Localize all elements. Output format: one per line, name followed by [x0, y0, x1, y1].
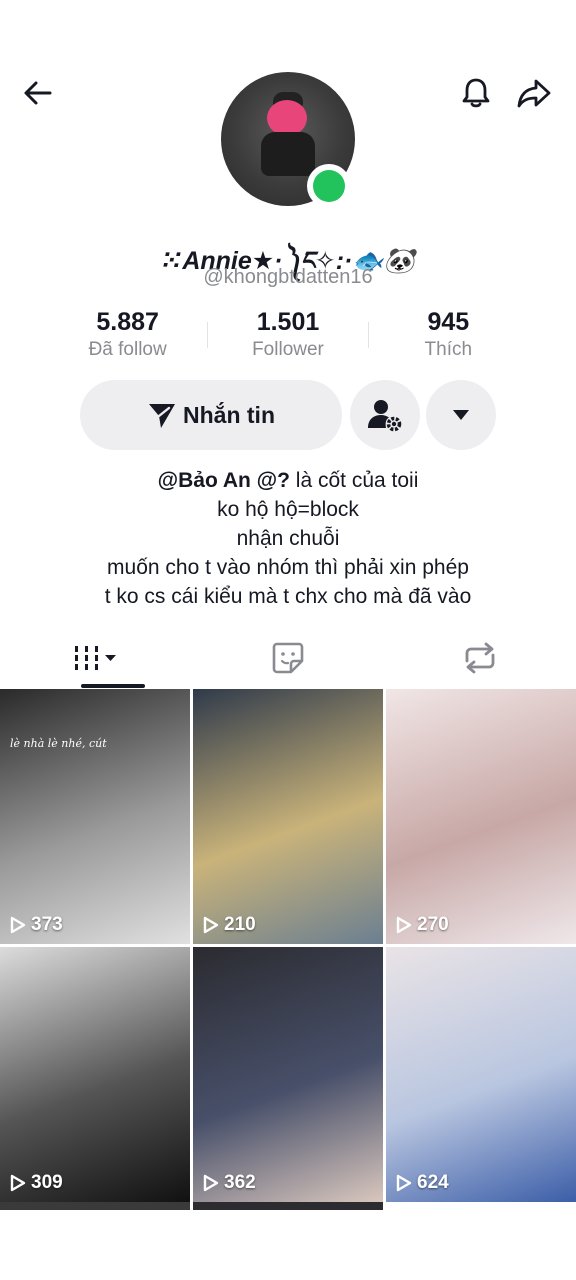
video-view-count: 309: [10, 1172, 63, 1194]
bio-line: nhận chuỗi: [236, 527, 340, 550]
profile-tabs: [0, 628, 576, 688]
tab-favorites[interactable]: [192, 628, 384, 688]
video-view-count: 624: [396, 1172, 449, 1194]
stat-following-value: 5.887: [96, 308, 159, 336]
video-tile[interactable]: 309: [0, 947, 190, 1202]
play-icon: [10, 1174, 26, 1192]
stat-likes-value: 945: [427, 308, 470, 336]
bio-mention[interactable]: @Bảo An @?: [158, 469, 290, 492]
video-tile[interactable]: 210: [193, 689, 383, 944]
tab-reposts[interactable]: [384, 628, 576, 688]
bell-icon: [462, 78, 490, 108]
profile-actions: Nhắn tin: [80, 380, 500, 450]
video-tile[interactable]: 270: [386, 689, 576, 944]
avatar-figure-head: [267, 100, 307, 136]
profile-bio: @Bảo An @? là cốt của toii ko hộ hộ=bloc…: [0, 466, 576, 611]
share-arrow-icon: [517, 79, 551, 108]
online-status-indicator: [307, 164, 351, 208]
video-view-count: 210: [203, 914, 256, 936]
online-status-dot: [313, 170, 345, 202]
video-view-count-value: 270: [417, 914, 449, 935]
repost-icon: [465, 642, 495, 674]
next-row-video-edge: [193, 1202, 383, 1210]
stat-following[interactable]: 5.887 Đã follow: [48, 306, 207, 366]
profile-avatar-container[interactable]: [221, 72, 355, 208]
video-view-count: 373: [10, 914, 63, 936]
stat-following-label: Đã follow: [88, 339, 167, 360]
username: @khongbtdatten16: [203, 266, 373, 288]
stat-followers[interactable]: 1.501 Follower: [208, 306, 367, 366]
back-button[interactable]: [16, 71, 60, 115]
share-button[interactable]: [512, 71, 556, 115]
video-tile[interactable]: 624: [386, 947, 576, 1202]
play-icon: [10, 916, 26, 934]
grid-bars-icon: [75, 646, 116, 670]
caret-down-icon: [453, 410, 469, 420]
message-button[interactable]: Nhắn tin: [80, 380, 342, 450]
send-icon: [149, 404, 175, 428]
tab-videos[interactable]: [0, 628, 192, 688]
video-view-count-value: 210: [224, 914, 256, 935]
active-tab-indicator: [81, 684, 145, 688]
avatar-figure-body: [261, 132, 315, 176]
stat-followers-value: 1.501: [256, 308, 320, 336]
message-button-label: Nhắn tin: [183, 401, 275, 428]
video-view-count-value: 362: [224, 1172, 256, 1193]
bio-line-text: là cốt của toii: [289, 469, 419, 492]
play-icon: [396, 916, 412, 934]
video-view-count-value: 624: [417, 1172, 449, 1193]
stat-followers-label: Follower: [252, 339, 324, 360]
stat-likes[interactable]: 945 Thích: [369, 306, 528, 366]
friend-settings-button[interactable]: [350, 380, 420, 450]
video-tile[interactable]: 362: [193, 947, 383, 1202]
arrow-left-icon: [24, 81, 52, 105]
play-icon: [203, 916, 219, 934]
video-view-count-value: 309: [31, 1172, 63, 1193]
profile-stats: 5.887 Đã follow 1.501 Follower 945 Thích: [48, 306, 528, 366]
bio-line: muốn cho t vào nhóm thì phải xin phép: [107, 556, 469, 579]
more-options-dropdown[interactable]: [426, 380, 496, 450]
sticker-icon: [272, 642, 304, 674]
notification-button[interactable]: [454, 71, 498, 115]
stat-likes-label: Thích: [424, 339, 473, 360]
play-icon: [396, 1174, 412, 1192]
video-caption: lè nhà lè nhé, cút: [10, 737, 107, 750]
play-icon: [203, 1174, 219, 1192]
next-row-video-edge: [0, 1202, 190, 1210]
bio-line: ko hộ hộ=block: [217, 498, 359, 521]
bio-line: t ko cs cái kiểu mà t chx cho mà đã vào: [104, 585, 472, 608]
video-view-count-value: 373: [31, 914, 63, 935]
video-tile[interactable]: lè nhà lè nhé, cút 373: [0, 689, 190, 944]
bio-line: @Bảo An @? là cốt của toii: [0, 466, 576, 495]
video-view-count: 362: [203, 1172, 256, 1194]
video-view-count: 270: [396, 914, 449, 936]
user-settings-icon: [368, 400, 402, 432]
